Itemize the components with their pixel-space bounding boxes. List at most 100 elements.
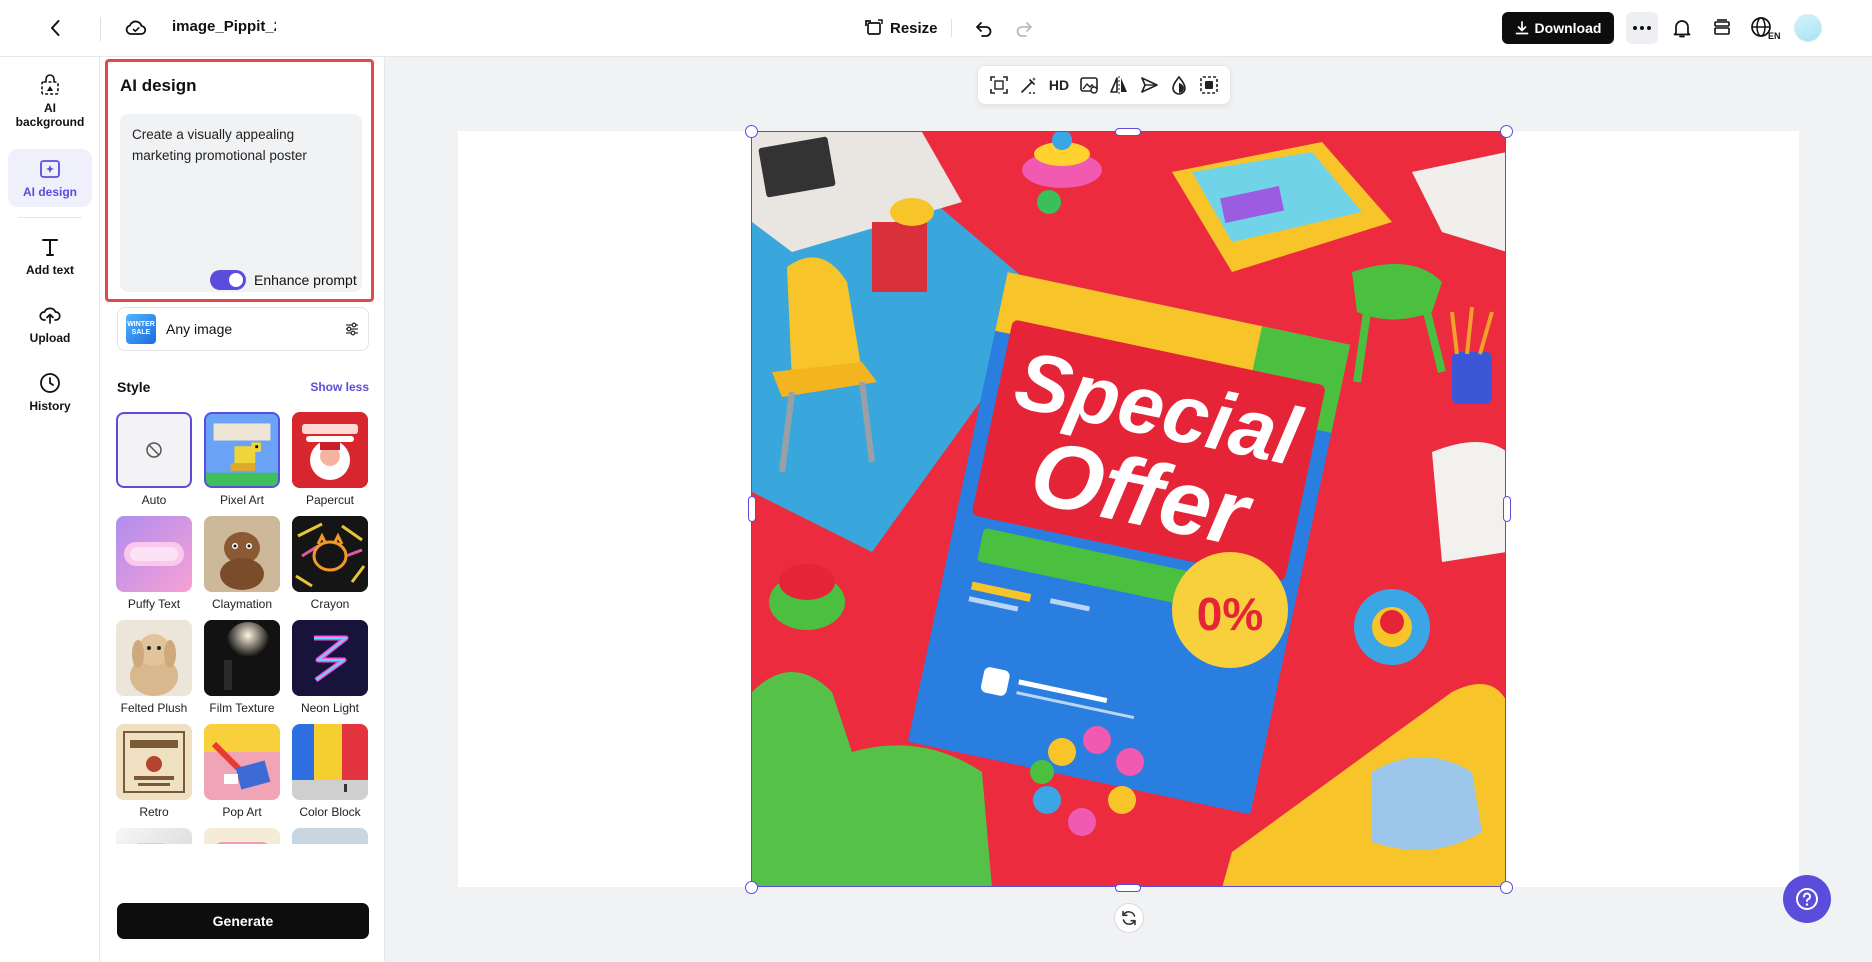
style-label: Claymation [211, 597, 273, 611]
cloud-sync-button[interactable] [120, 12, 152, 44]
back-button[interactable] [40, 12, 72, 44]
style-label: Crayon [310, 597, 350, 611]
enhance-prompt-toggle[interactable] [210, 270, 246, 290]
more-options-button[interactable] [1626, 12, 1658, 44]
magic-edit-button[interactable] [1015, 71, 1043, 99]
style-option-more-1[interactable] [115, 828, 193, 844]
resize-handle-bottom-left[interactable] [745, 881, 758, 894]
cloud-icon [125, 20, 147, 35]
style-option-retro[interactable]: Retro [115, 724, 193, 819]
resize-icon [865, 19, 883, 35]
show-less-link[interactable]: Show less [310, 380, 369, 394]
layers-button[interactable] [1706, 12, 1738, 44]
notifications-button[interactable] [1666, 12, 1698, 44]
globe-icon: EN [1751, 17, 1781, 41]
redo-button[interactable] [1008, 12, 1040, 44]
style-option-auto[interactable]: Auto [115, 412, 193, 507]
rail-item-label: Upload [29, 331, 71, 345]
upload-icon [39, 307, 61, 324]
opacity-button[interactable] [1165, 71, 1193, 99]
style-thumbnail [204, 412, 280, 488]
rail-item-add-text[interactable]: Add text [8, 227, 92, 285]
style-label: Neon Light [300, 701, 360, 715]
poster-artwork: Special Offer 0% [752, 132, 1505, 886]
hd-upscale-button[interactable]: HD [1045, 71, 1073, 99]
language-code: EN [1768, 31, 1781, 41]
flip-button[interactable] [1105, 71, 1133, 99]
replace-image-button[interactable] [1075, 71, 1103, 99]
help-button[interactable] [1783, 875, 1831, 923]
rail-item-label: Add text [26, 263, 74, 277]
style-thumbnail [116, 412, 192, 488]
layers-icon [1714, 19, 1730, 35]
reference-label: Any image [166, 321, 233, 337]
style-option-neon-light[interactable]: Neon Light [291, 620, 369, 715]
file-name[interactable]: image_Pippit_20 [172, 18, 276, 35]
rotate-handle[interactable] [1114, 903, 1144, 933]
smart-crop-button[interactable] [985, 71, 1013, 99]
clock-icon [40, 373, 60, 393]
style-label: Papercut [305, 493, 355, 507]
style-label: Auto [141, 493, 167, 507]
rotate-icon [1122, 910, 1136, 926]
style-option-color-block[interactable]: Color Block [291, 724, 369, 819]
undo-icon [976, 22, 992, 37]
style-option-puffy-text[interactable]: Puffy Text [115, 516, 193, 611]
image-edit-icon [1080, 77, 1098, 94]
rail-item-ai-background[interactable]: AI background [8, 65, 92, 137]
ai-background-icon [41, 74, 59, 95]
resize-handle-top-right[interactable] [1500, 125, 1513, 138]
panel-title: AI design [120, 76, 197, 95]
divider [100, 17, 101, 41]
chevron-left-icon [51, 20, 60, 36]
divider [951, 19, 952, 37]
rail-item-upload[interactable]: Upload [8, 295, 92, 353]
language-button[interactable]: EN [1748, 12, 1784, 44]
style-option-crayon[interactable]: Crayon [291, 516, 369, 611]
retro-preview [116, 724, 192, 800]
rail-item-history[interactable]: History [8, 363, 92, 421]
resize-handle-bottom-right[interactable] [1500, 881, 1513, 894]
remove-background-button[interactable] [1195, 71, 1223, 99]
text-icon [42, 239, 58, 256]
resize-handle-top-left[interactable] [745, 125, 758, 138]
style-option-pixel-art[interactable]: Pixel Art [203, 412, 281, 507]
canvas-area: HD Special Offer 0% [386, 57, 1872, 962]
undo-button[interactable] [968, 12, 1000, 44]
drop-icon [1172, 75, 1186, 95]
style-option-felted-plush[interactable]: Felted Plush [115, 620, 193, 715]
pop-art-preview [204, 724, 280, 800]
resize-handle-bottom[interactable] [1115, 884, 1141, 892]
flip-icon [1110, 76, 1127, 94]
left-rail: AI background AI design Add text Upload … [0, 57, 100, 962]
poster-image[interactable]: Special Offer 0% [751, 131, 1506, 887]
resize-handle-right[interactable] [1503, 496, 1511, 522]
resize-handle-top[interactable] [1115, 128, 1141, 136]
film-texture-preview [204, 620, 280, 696]
style-option-papercut[interactable]: Papercut [291, 412, 369, 507]
resize-button[interactable]: Resize [858, 12, 944, 44]
ai-design-section: AI design Create a visually appealing ma… [105, 59, 374, 302]
cutout-icon [1200, 76, 1218, 94]
style-option-claymation[interactable]: Claymation [203, 516, 281, 611]
perspective-button[interactable] [1135, 71, 1163, 99]
style-option-film-texture[interactable]: Film Texture [203, 620, 281, 715]
generate-button[interactable]: Generate [117, 903, 369, 939]
style-label: Felted Plush [120, 701, 188, 715]
style-option-more-3[interactable] [291, 828, 369, 844]
rail-item-ai-design[interactable]: AI design [8, 149, 92, 207]
reference-image-selector[interactable]: WINTER SALE Any image [117, 307, 369, 351]
send-icon [1141, 77, 1158, 93]
style-option-pop-art[interactable]: Pop Art [203, 724, 281, 819]
download-button[interactable]: Download [1502, 12, 1614, 44]
reference-thumbnail: WINTER SALE [126, 314, 156, 344]
style-thumbnail [204, 724, 280, 800]
style-label: Pop Art [222, 805, 262, 819]
settings-sliders-icon[interactable] [344, 321, 360, 337]
avatar[interactable] [1794, 14, 1822, 42]
style-header: Style Show less [117, 379, 369, 395]
prompt-input[interactable]: Create a visually appealing marketing pr… [120, 114, 362, 292]
style-option-more-2[interactable] [203, 828, 281, 844]
style-label: Puffy Text [127, 597, 181, 611]
resize-handle-left[interactable] [748, 496, 756, 522]
